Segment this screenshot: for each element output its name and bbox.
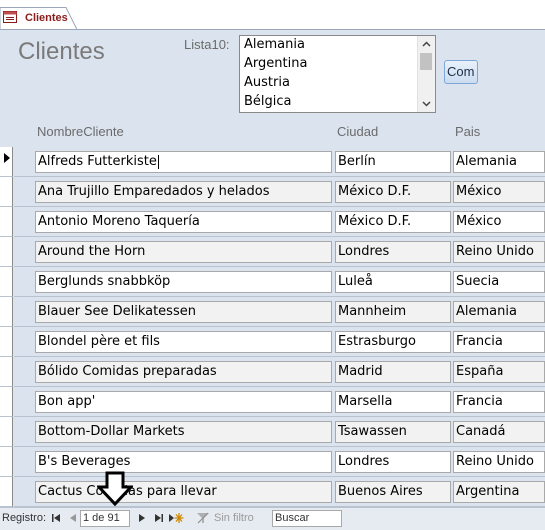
filter-list-label: Lista10:: [184, 37, 230, 52]
city-cell[interactable]: México D.F.: [335, 211, 451, 233]
table-row[interactable]: Ana Trujillo Emparedados y helados México…: [0, 177, 545, 207]
table-row[interactable]: Around the Horn Londres Reino Unido: [0, 237, 545, 267]
table-row[interactable]: Bólido Comidas preparadas Madrid España: [0, 357, 545, 387]
country-cell[interactable]: Francia: [453, 391, 545, 413]
city-cell[interactable]: Berlín: [335, 151, 451, 173]
scroll-thumb[interactable]: [420, 53, 432, 70]
city-cell[interactable]: Mannheim: [335, 301, 451, 323]
first-record-icon[interactable]: [51, 513, 61, 525]
name-cell[interactable]: Antonio Moreno Taquería: [35, 211, 332, 233]
table-row[interactable]: Antonio Moreno Taquería México D.F. México: [0, 207, 545, 237]
country-cell[interactable]: Reino Unido: [453, 451, 545, 473]
record-selector[interactable]: [0, 477, 13, 507]
previous-record-icon[interactable]: [69, 513, 77, 526]
city-cell[interactable]: Londres: [335, 241, 451, 263]
list-item[interactable]: Argentina: [244, 56, 307, 71]
table-row[interactable]: Blauer See Delikatessen Mannheim Alemania: [0, 297, 545, 327]
down-arrow-annotation-icon: [97, 471, 133, 507]
search-input[interactable]: Buscar: [272, 510, 342, 527]
column-header-name: NombreCliente: [37, 124, 124, 139]
name-cell[interactable]: Blondel père et fils: [35, 331, 332, 353]
list-item[interactable]: Austria: [244, 75, 290, 90]
last-record-icon[interactable]: [154, 513, 164, 526]
country-cell[interactable]: México: [453, 181, 545, 203]
table-row[interactable]: Blondel père et fils Estrasburgo Francia: [0, 327, 545, 357]
tab-clientes[interactable]: Clientes: [25, 12, 68, 24]
table-row[interactable]: Bottom-Dollar Markets Tsawassen Canadá: [0, 417, 545, 447]
city-cell[interactable]: Luleå: [335, 271, 451, 293]
current-record-field[interactable]: 1 de 91: [80, 510, 130, 527]
country-cell[interactable]: Reino Unido: [453, 241, 545, 263]
city-cell[interactable]: Tsawassen: [335, 421, 451, 443]
name-cell[interactable]: Around the Horn: [35, 241, 332, 263]
list-item[interactable]: Bélgica: [244, 94, 292, 109]
record-selector[interactable]: [0, 417, 13, 447]
country-cell[interactable]: Suecia: [453, 271, 545, 293]
new-record-icon[interactable]: [168, 512, 184, 527]
name-cell[interactable]: Blauer See Delikatessen: [35, 301, 332, 323]
city-cell[interactable]: Madrid: [335, 361, 451, 383]
country-cell[interactable]: México: [453, 211, 545, 233]
city-cell[interactable]: Estrasburgo: [335, 331, 451, 353]
country-cell[interactable]: Canadá: [453, 421, 545, 443]
listbox-scrollbar[interactable]: [417, 36, 435, 112]
record-selector[interactable]: [0, 207, 13, 237]
name-cell[interactable]: B's Beverages: [35, 451, 332, 473]
country-listbox[interactable]: Alemania Argentina Austria Bélgica: [239, 35, 436, 113]
document-tab-strip: Clientes: [0, 0, 545, 30]
current-record-pointer-icon: [4, 153, 10, 163]
record-selector[interactable]: [0, 177, 13, 207]
table-row[interactable]: B's Beverages Londres Reino Unido: [0, 447, 545, 477]
filter-funnel-icon[interactable]: [196, 511, 210, 528]
column-header-country: Pais: [455, 124, 481, 139]
record-navigation-bar: Registro: 1 de 91 Sin filtro Buscar: [0, 507, 545, 530]
country-cell[interactable]: España: [453, 361, 545, 383]
record-selector[interactable]: [0, 387, 13, 417]
table-row[interactable]: Alfreds Futterkiste Berlín Alemania: [0, 147, 545, 177]
city-cell[interactable]: Londres: [335, 451, 451, 473]
country-cell[interactable]: Alemania: [453, 301, 545, 323]
record-label: Registro:: [2, 512, 47, 524]
list-item[interactable]: Alemania: [244, 37, 305, 52]
table-row[interactable]: Bon app' Marsella Francia: [0, 387, 545, 417]
record-selector[interactable]: [0, 237, 13, 267]
name-cell[interactable]: Cactus Comidas para llevar: [35, 481, 332, 503]
record-selector[interactable]: [0, 267, 13, 297]
table-row[interactable]: Cactus Comidas para llevarBuenos AiresAr…: [0, 477, 545, 507]
next-record-icon[interactable]: [138, 513, 146, 526]
column-header-city: Ciudad: [337, 124, 379, 139]
record-selector[interactable]: [0, 297, 13, 327]
name-cell[interactable]: Bon app': [35, 391, 332, 413]
table-row[interactable]: Berglunds snabbköp Luleå Suecia: [0, 267, 545, 297]
city-cell[interactable]: Marsella: [335, 391, 451, 413]
country-cell[interactable]: Argentina: [453, 481, 545, 503]
text-caret: [157, 154, 159, 169]
name-cell[interactable]: Alfreds Futterkiste: [35, 151, 332, 173]
com-button[interactable]: Com: [444, 60, 478, 84]
form-icon: [3, 11, 17, 23]
city-cell[interactable]: México D.F.: [335, 181, 451, 203]
record-selector[interactable]: [0, 327, 13, 357]
name-cell[interactable]: Berglunds snabbköp: [35, 271, 332, 293]
city-cell[interactable]: Buenos Aires: [335, 481, 451, 503]
scroll-down-arrow-icon[interactable]: [418, 95, 435, 112]
scroll-up-arrow-icon[interactable]: [418, 36, 435, 53]
country-cell[interactable]: Francia: [453, 331, 545, 353]
country-cell[interactable]: Alemania: [453, 151, 545, 173]
record-selector[interactable]: [0, 447, 13, 477]
no-filter-label[interactable]: Sin filtro: [214, 512, 254, 524]
name-cell[interactable]: Bólido Comidas preparadas: [35, 361, 332, 383]
name-cell[interactable]: Ana Trujillo Emparedados y helados: [35, 181, 332, 203]
record-selector[interactable]: [0, 147, 13, 177]
form-title: Clientes: [18, 38, 105, 65]
name-cell[interactable]: Bottom-Dollar Markets: [35, 421, 332, 443]
record-selector[interactable]: [0, 357, 13, 387]
